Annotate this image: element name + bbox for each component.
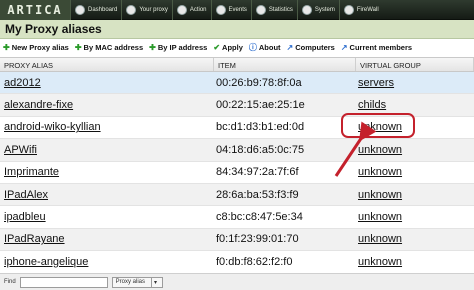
search-field-select[interactable]: Proxy alias ▾ xyxy=(111,276,164,288)
select-value: Proxy alias xyxy=(115,279,146,285)
chevron-down-icon: ▾ xyxy=(151,277,159,287)
find-input[interactable] xyxy=(19,276,108,288)
find-label: Find xyxy=(4,279,16,285)
footer-search: Find Proxy alias ▾ xyxy=(0,273,474,290)
arrow-annotation xyxy=(334,121,377,177)
